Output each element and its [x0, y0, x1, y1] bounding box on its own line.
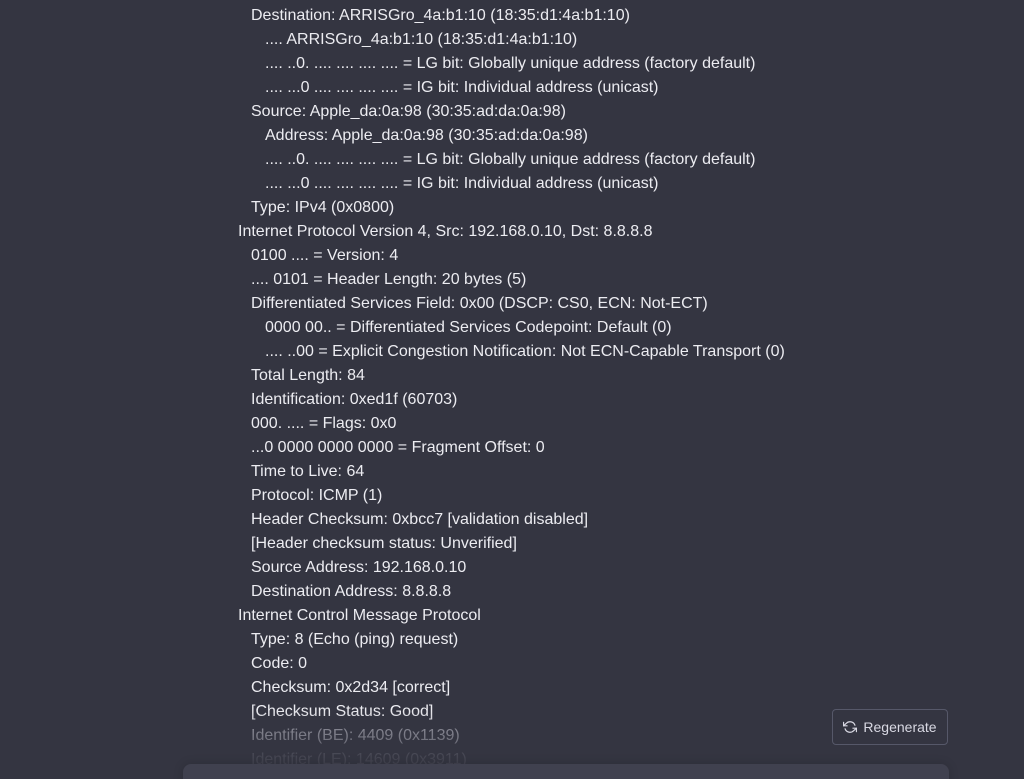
packet-field-line: .... 0101 = Header Length: 20 bytes (5)	[251, 271, 527, 288]
packet-field-line: .... ...0 .... .... .... .... = IG bit: …	[265, 79, 659, 96]
packet-field-line: [Header checksum status: Unverified]	[251, 535, 517, 552]
message-composer[interactable]	[183, 764, 949, 779]
packet-field-line: Address: Apple_da:0a:98 (30:35:ad:da:0a:…	[265, 127, 588, 144]
packet-field-line: 000. .... = Flags: 0x0	[251, 415, 397, 432]
packet-field-line: Time to Live: 64	[251, 463, 365, 480]
regenerate-button[interactable]: Regenerate	[832, 709, 948, 745]
refresh-icon	[843, 721, 858, 733]
packet-field-line: Source Address: 192.168.0.10	[251, 559, 467, 576]
regenerate-label: Regenerate	[863, 719, 937, 735]
packet-field-line: 0100 .... = Version: 4	[251, 247, 399, 264]
packet-field-line: Protocol: ICMP (1)	[251, 487, 383, 504]
packet-field-line: ...0 0000 0000 0000 = Fragment Offset: 0	[251, 439, 545, 456]
packet-field-line: Internet Control Message Protocol	[238, 607, 481, 624]
packet-field-line: Type: IPv4 (0x0800)	[251, 199, 395, 216]
packet-field-line: Destination: ARRISGro_4a:b1:10 (18:35:d1…	[251, 7, 630, 24]
chat-page: Destination: ARRISGro_4a:b1:10 (18:35:d1…	[0, 0, 1024, 779]
packet-field-line: .... ...0 .... .... .... .... = IG bit: …	[265, 175, 659, 192]
packet-field-line: Identification: 0xed1f (60703)	[251, 391, 458, 408]
packet-field-line: Internet Protocol Version 4, Src: 192.16…	[238, 223, 653, 240]
packet-field-line: Differentiated Services Field: 0x00 (DSC…	[251, 295, 708, 312]
packet-field-line: Checksum: 0x2d34 [correct]	[251, 679, 451, 696]
packet-field-line: Destination Address: 8.8.8.8	[251, 583, 452, 600]
packet-field-line: Type: 8 (Echo (ping) request)	[251, 631, 459, 648]
packet-field-line: Source: Apple_da:0a:98 (30:35:ad:da:0a:9…	[251, 103, 566, 120]
packet-field-line: .... ..0. .... .... .... .... = LG bit: …	[265, 55, 756, 72]
packet-field-line: .... ..0. .... .... .... .... = LG bit: …	[265, 151, 756, 168]
packet-field-line: .... ARRISGro_4a:b1:10 (18:35:d1:4a:b1:1…	[265, 31, 578, 48]
packet-field-line: Code: 0	[251, 655, 308, 672]
packet-detail-tree: Destination: ARRISGro_4a:b1:10 (18:35:d1…	[0, 4, 1024, 772]
packet-field-line: Total Length: 84	[251, 367, 365, 384]
packet-field-line: Header Checksum: 0xbcc7 [validation disa…	[251, 511, 589, 528]
packet-field-line: .... ..00 = Explicit Congestion Notifica…	[265, 343, 785, 360]
packet-field-line: 0000 00.. = Differentiated Services Code…	[265, 319, 672, 336]
